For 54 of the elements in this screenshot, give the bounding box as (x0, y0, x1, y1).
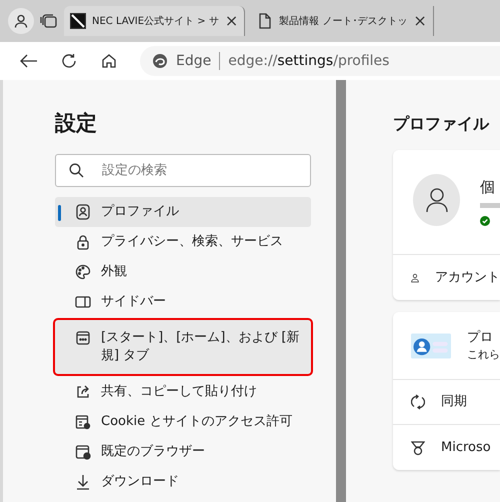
page-title: プロファイル (393, 113, 490, 135)
address-bar[interactable]: Edge edge://settings/profiles (140, 46, 500, 76)
sidebar-item[interactable]: 共有、コピーして貼り付け (55, 376, 311, 406)
promo-row[interactable]: プロ これら (393, 312, 500, 380)
browser-tab[interactable]: 製品情報 ノート･デスクトッ × (251, 6, 434, 36)
back-arrow-icon (20, 54, 38, 68)
blurred-email (480, 202, 500, 208)
promo-text: これら (467, 347, 500, 363)
profile-card-icon (75, 204, 91, 220)
site-label: Edge (176, 52, 212, 70)
sidebar-item[interactable]: サイドバー (55, 286, 311, 316)
profile-name: 個 (480, 177, 496, 198)
page-icon (257, 13, 274, 29)
check-circle-icon (480, 216, 490, 226)
settings-row[interactable]: 同期 (393, 380, 500, 425)
edge-logo-icon (152, 53, 168, 69)
sidebar-item[interactable]: 既定のブラウザー (55, 436, 311, 466)
refresh-icon (61, 53, 77, 69)
row-label: Microso (441, 438, 491, 457)
search-icon (69, 162, 84, 178)
sidebar-item[interactable]: ダウンロード (55, 466, 311, 496)
tab-page-icon (75, 330, 91, 346)
person-icon (14, 14, 28, 28)
browser-tab[interactable]: NEC LAVIE公式サイト > サ × (64, 6, 246, 36)
close-tab-button[interactable]: × (413, 13, 427, 29)
site-logo-icon (70, 13, 86, 29)
promo-title: プロ (467, 328, 494, 346)
download-icon (75, 474, 91, 490)
url-text: edge://settings/profiles (228, 52, 390, 70)
sidebar-item[interactable]: [スタート]、[ホーム]、および [新規] タブ (55, 320, 311, 374)
account-row[interactable]: アカウント (393, 255, 500, 300)
lock-icon (75, 234, 91, 250)
medal-icon (411, 440, 425, 456)
scrollbar[interactable] (336, 80, 346, 502)
sync-icon (411, 394, 425, 410)
close-tab-button[interactable]: × (224, 13, 238, 29)
profile-button[interactable] (8, 8, 34, 34)
row-label: 同期 (441, 393, 467, 412)
sidebar-item[interactable]: プライバシー、検索、サービス (55, 226, 311, 256)
share-icon (75, 384, 91, 400)
search-field[interactable]: 設定の検索 (55, 154, 311, 186)
sidebar-item[interactable]: Cookie とサイトのアクセス許可 (55, 406, 311, 436)
sidebar-panel-icon (75, 294, 91, 310)
palette-icon (75, 264, 91, 280)
row-label: アカウント (435, 268, 500, 287)
settings-title: 設定 (55, 110, 98, 137)
browser-window-icon (75, 444, 91, 460)
home-icon (101, 53, 117, 69)
person-icon (424, 187, 448, 213)
collections-icon[interactable] (40, 13, 58, 29)
sidebar-item[interactable]: プロファイル (55, 196, 311, 226)
cookie-settings-icon (75, 414, 91, 430)
settings-row[interactable]: Microso (393, 425, 500, 470)
sidebar-item[interactable]: 外観 (55, 256, 311, 286)
